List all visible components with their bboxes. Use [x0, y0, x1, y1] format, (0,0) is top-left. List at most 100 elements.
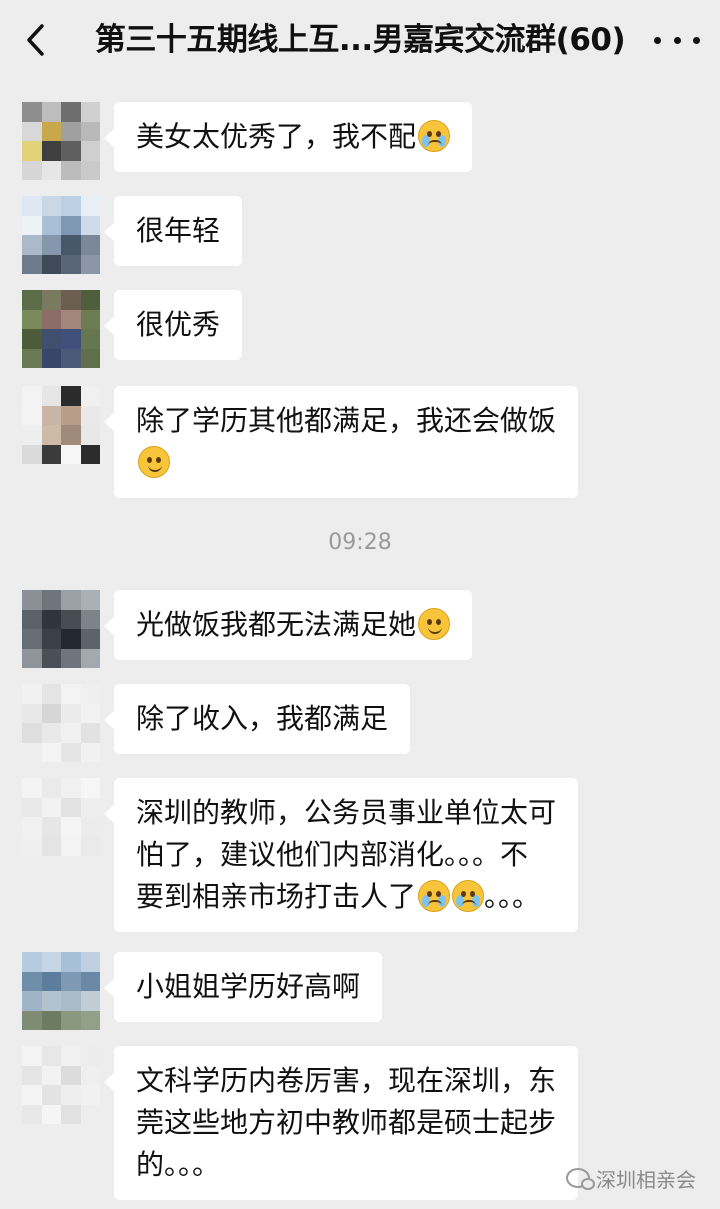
avatar-mosaic-cell — [80, 444, 100, 464]
avatar-mosaic-cell — [61, 742, 81, 762]
avatar-mosaic-cell — [41, 629, 61, 649]
avatar-mosaic-cell — [41, 329, 61, 349]
avatar-mosaic-cell — [22, 723, 42, 743]
avatar-mosaic-cell — [41, 1065, 61, 1085]
avatar-mosaic-cell — [61, 991, 81, 1011]
avatar-mosaic-cell — [41, 742, 61, 762]
message-text: 美女太优秀了，我不配 — [136, 120, 417, 153]
message-bubble[interactable]: 光做饭我都无法满足她 — [103, 590, 473, 660]
avatar-mosaic-cell — [22, 1046, 42, 1066]
avatar-mosaic-cell — [41, 102, 61, 122]
avatar-mosaic-cell — [41, 444, 61, 464]
avatar-mosaic-cell — [41, 254, 61, 274]
avatar-mosaic-cell — [41, 1010, 61, 1030]
avatar-mosaic-cell — [41, 1104, 61, 1124]
avatar-mosaic-cell — [80, 1085, 100, 1105]
avatar-mosaic-cell — [41, 141, 61, 161]
avatar-mosaic-cell — [80, 952, 100, 972]
avatar[interactable] — [22, 952, 100, 1030]
chat-title: 第三十五期线上互...男嘉宾交流群(60) — [94, 22, 626, 58]
more-dot — [654, 36, 661, 44]
avatar-mosaic-cell — [22, 121, 42, 141]
avatar-mosaic-cell — [80, 797, 100, 817]
avatar-mosaic-cell — [41, 609, 61, 629]
avatar[interactable] — [22, 102, 100, 180]
avatar-mosaic-cell — [80, 817, 100, 837]
avatar-mosaic-cell — [41, 836, 61, 856]
message-bubble[interactable]: 深圳的教师，公务员事业单位太可 怕了，建议他们内部消化。。。不 要到相亲市场打击… — [103, 778, 579, 932]
avatar-mosaic-cell — [61, 329, 81, 349]
avatar-mosaic-cell — [22, 405, 42, 425]
avatar-mosaic-cell — [41, 309, 61, 329]
avatar-mosaic-cell — [80, 235, 100, 255]
avatar-mosaic-cell — [61, 1104, 81, 1124]
avatar-mosaic-cell — [80, 121, 100, 141]
more-dot — [673, 36, 681, 44]
avatar-mosaic-cell — [41, 1046, 61, 1066]
avatar-mosaic-cell — [61, 196, 81, 216]
message-bubble[interactable]: 美女太优秀了，我不配 — [103, 102, 473, 172]
back-button[interactable] — [18, 22, 54, 58]
message-bubble[interactable]: 文科学历内卷厉害，现在深圳，东 莞这些地方初中教师都是硕士起步 的。。。 — [103, 1046, 579, 1200]
avatar-mosaic-cell — [22, 329, 42, 349]
avatar-mosaic-cell — [22, 1104, 42, 1124]
avatar-mosaic-cell — [61, 648, 81, 668]
avatar-mosaic-cell — [22, 590, 42, 610]
avatar[interactable] — [22, 196, 100, 274]
chevron-left-icon — [27, 24, 44, 56]
avatar-mosaic-cell — [61, 1010, 81, 1030]
message-bubble[interactable]: 除了收入，我都满足 — [103, 684, 411, 754]
avatar-mosaic-cell — [41, 648, 61, 668]
avatar-mosaic-cell — [61, 723, 81, 743]
avatar-mosaic-cell — [41, 160, 61, 180]
avatar-mosaic-cell — [61, 235, 81, 255]
avatar-mosaic-cell — [61, 425, 81, 445]
avatar-mosaic-cell — [22, 629, 42, 649]
message-bubble[interactable]: 很年轻 — [103, 196, 243, 266]
avatar-mosaic-cell — [41, 386, 61, 406]
avatar-mosaic-cell — [61, 836, 81, 856]
avatar-mosaic-cell — [41, 952, 61, 972]
avatar-mosaic-cell — [41, 590, 61, 610]
chat-header: 第三十五期线上互...男嘉宾交流群(60) — [0, 0, 720, 80]
avatar-mosaic-cell — [61, 160, 81, 180]
smile-emoji-icon — [418, 608, 451, 640]
avatar-mosaic-cell — [61, 590, 81, 610]
avatar-mosaic-cell — [80, 348, 100, 368]
avatar-mosaic-cell — [80, 386, 100, 406]
avatar-mosaic-cell — [80, 609, 100, 629]
avatar-mosaic-cell — [61, 405, 81, 425]
avatar-mosaic-cell — [80, 778, 100, 798]
avatar[interactable] — [22, 684, 100, 762]
more-button[interactable] — [654, 22, 700, 58]
avatar-mosaic-cell — [80, 254, 100, 274]
avatar-mosaic-cell — [61, 1065, 81, 1085]
watermark: 深圳相亲会 — [566, 1162, 696, 1194]
avatar[interactable] — [22, 778, 100, 856]
avatar-mosaic-cell — [22, 817, 42, 837]
message-bubble[interactable]: 除了学历其他都满足，我还会做饭 — [103, 386, 579, 498]
avatar-mosaic-cell — [61, 778, 81, 798]
avatar-mosaic-cell — [80, 309, 100, 329]
avatar[interactable] — [22, 1046, 100, 1124]
avatar-mosaic-cell — [61, 102, 81, 122]
avatar-mosaic-cell — [41, 991, 61, 1011]
avatar-mosaic-cell — [80, 196, 100, 216]
avatar[interactable] — [22, 386, 100, 464]
crying-emoji-icon — [452, 880, 485, 912]
avatar[interactable] — [22, 590, 100, 668]
avatar-mosaic-cell — [80, 1010, 100, 1030]
message-text: 小姐姐学历好高啊 — [136, 970, 361, 1003]
avatar-mosaic-cell — [80, 1046, 100, 1066]
avatar-mosaic-cell — [22, 386, 42, 406]
message-bubble[interactable]: 很优秀 — [103, 290, 243, 360]
avatar-mosaic-cell — [61, 121, 81, 141]
avatar-mosaic-cell — [22, 1065, 42, 1085]
avatar-mosaic-cell — [80, 648, 100, 668]
message-text: 除了收入，我都满足 — [136, 702, 389, 735]
avatar[interactable] — [22, 290, 100, 368]
avatar-mosaic-cell — [22, 235, 42, 255]
message-bubble[interactable]: 小姐姐学历好高啊 — [103, 952, 383, 1022]
avatar-mosaic-cell — [80, 971, 100, 991]
avatar-mosaic-cell — [61, 309, 81, 329]
